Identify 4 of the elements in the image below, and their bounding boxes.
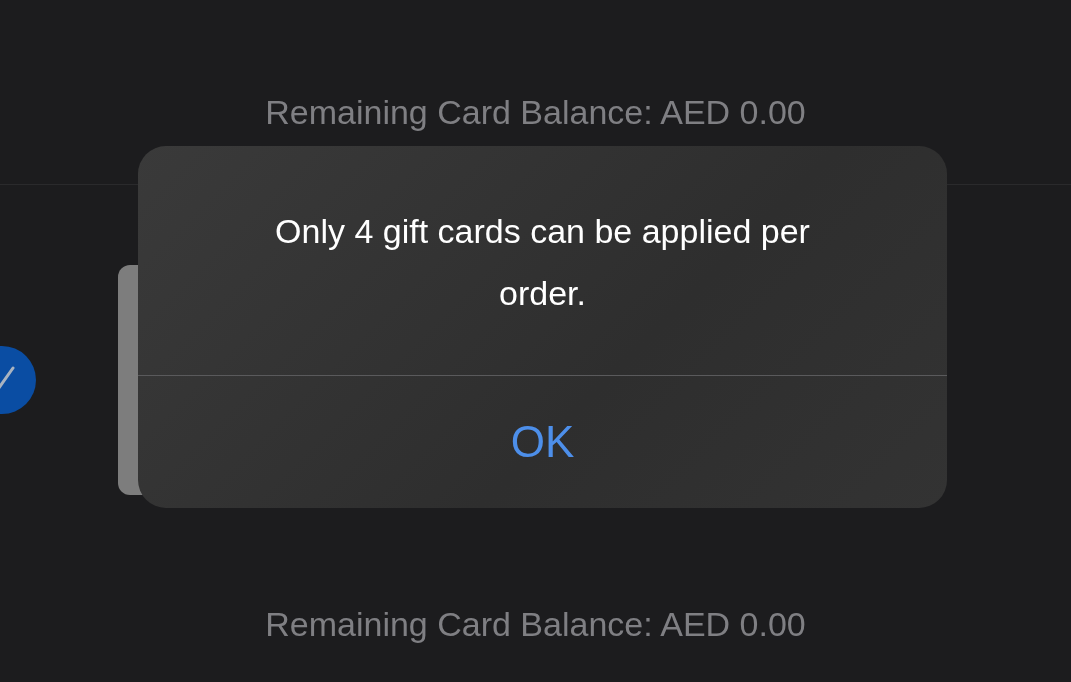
- balance-text: Remaining Card Balance: AED 0.00: [265, 92, 806, 133]
- alert-message: Only 4 gift cards can be applied per order.: [274, 211, 811, 314]
- balance-text: Remaining Card Balance: AED 0.00: [265, 604, 806, 645]
- ok-button[interactable]: OK: [138, 376, 947, 508]
